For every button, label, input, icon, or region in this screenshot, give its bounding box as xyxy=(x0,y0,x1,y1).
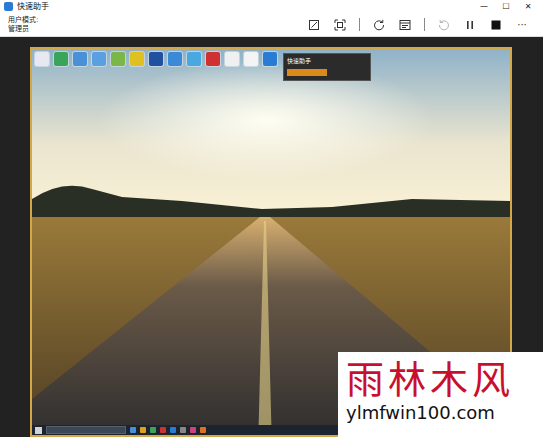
pause-icon xyxy=(464,19,476,31)
watermark: 雨林木风 ylmfwin100.com xyxy=(338,352,543,437)
close-button[interactable]: ✕ xyxy=(517,1,539,13)
toolbar-buttons: ··· xyxy=(301,14,535,36)
title-bar: 快速助手 —☐✕ xyxy=(0,0,543,13)
taskbar-app-icon[interactable] xyxy=(150,427,156,433)
reload-icon xyxy=(373,19,385,31)
desktop-app-icon[interactable] xyxy=(244,52,258,66)
quick-assist-popup: 快速助手 xyxy=(283,53,371,81)
desktop-app-icon[interactable] xyxy=(149,52,163,66)
taskbar-app-icon[interactable] xyxy=(170,427,176,433)
stop-icon xyxy=(490,19,502,31)
desktop-app-icon[interactable] xyxy=(35,52,49,66)
desktop-app-icon[interactable] xyxy=(225,52,239,66)
user-mode: 用户模式: 管理员 xyxy=(8,16,301,34)
desktop-icons xyxy=(35,52,277,66)
toolbar: 用户模式: 管理员 ··· xyxy=(0,13,543,37)
desktop-app-icon[interactable] xyxy=(206,52,220,66)
watermark-url: ylmfwin100.com xyxy=(346,402,535,424)
desktop-app-icon[interactable] xyxy=(130,52,144,66)
taskmgr-button[interactable] xyxy=(392,14,418,36)
taskbar-app-icon[interactable] xyxy=(180,427,186,433)
maximize-button[interactable]: ☐ xyxy=(495,1,517,13)
annotate-button[interactable] xyxy=(301,14,327,36)
taskbar-search[interactable] xyxy=(46,426,126,434)
mode-value: 管理员 xyxy=(8,25,301,34)
popup-title: 快速助手 xyxy=(284,54,370,67)
desktop-app-icon[interactable] xyxy=(54,52,68,66)
start-icon[interactable] xyxy=(35,427,42,434)
annotate-icon xyxy=(308,19,320,31)
taskbar-app-icon[interactable] xyxy=(200,427,206,433)
taskbar-app-icon[interactable] xyxy=(140,427,146,433)
more-label: ··· xyxy=(517,17,527,32)
toolbar-separator xyxy=(424,18,425,31)
app-icon xyxy=(4,2,13,11)
window-title: 快速助手 xyxy=(17,1,469,13)
fit-button[interactable] xyxy=(327,14,353,36)
desktop-app-icon[interactable] xyxy=(73,52,87,66)
reload-button[interactable] xyxy=(366,14,392,36)
restart-button xyxy=(431,14,457,36)
minimize-button[interactable]: — xyxy=(473,1,495,13)
pause-button[interactable] xyxy=(457,14,483,36)
mode-label: 用户模式: xyxy=(8,16,301,25)
desktop-app-icon[interactable] xyxy=(168,52,182,66)
taskbar-app-icon[interactable] xyxy=(130,427,136,433)
toolbar-separator xyxy=(359,18,360,31)
desktop-app-icon[interactable] xyxy=(263,52,277,66)
desktop-app-icon[interactable] xyxy=(111,52,125,66)
fit-icon xyxy=(334,19,346,31)
quick-assist-window: 快速助手 —☐✕ 用户模式: 管理员 ··· xyxy=(0,0,543,437)
stop-button[interactable] xyxy=(483,14,509,36)
desktop-app-icon[interactable] xyxy=(187,52,201,66)
restart-icon xyxy=(438,19,450,31)
window-controls: —☐✕ xyxy=(473,1,539,13)
more-button[interactable]: ··· xyxy=(509,14,535,36)
popup-status-bar xyxy=(287,69,327,76)
taskbar-app-icon[interactable] xyxy=(160,427,166,433)
desktop-app-icon[interactable] xyxy=(92,52,106,66)
taskmgr-icon xyxy=(399,19,411,31)
watermark-title: 雨林木风 xyxy=(346,358,535,402)
taskbar-app-icon[interactable] xyxy=(190,427,196,433)
